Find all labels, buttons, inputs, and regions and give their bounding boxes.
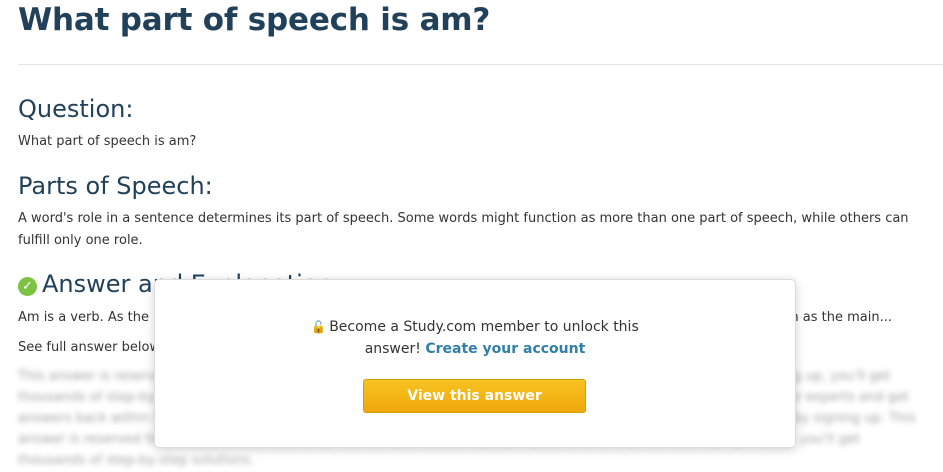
parts-of-speech-text: A word's role in a sentence determines i… <box>18 211 909 248</box>
create-account-link[interactable]: Create your account <box>425 341 585 357</box>
unlock-modal: 🔓 Become a Study.com member to unlock thi… <box>154 279 796 448</box>
check-circle-icon: ✓ <box>18 277 37 296</box>
lock-open-icon: 🔓 <box>311 320 327 334</box>
parts-of-speech-heading: Parts of Speech: <box>18 172 213 200</box>
unlock-message: 🔓 Become a Study.com member to unlock thi… <box>155 316 795 360</box>
page-title: What part of speech is am? <box>18 2 491 38</box>
answer-intro-start: Am is a verb. As the m <box>18 310 166 325</box>
view-answer-button[interactable]: View this answer <box>363 379 586 413</box>
title-divider <box>18 64 943 65</box>
question-text: What part of speech is am? <box>18 134 197 149</box>
unlock-message-line2: answer! <box>364 341 421 357</box>
question-heading: Question: <box>18 95 134 123</box>
unlock-message-line1: Become a Study.com member to unlock this <box>329 319 639 335</box>
